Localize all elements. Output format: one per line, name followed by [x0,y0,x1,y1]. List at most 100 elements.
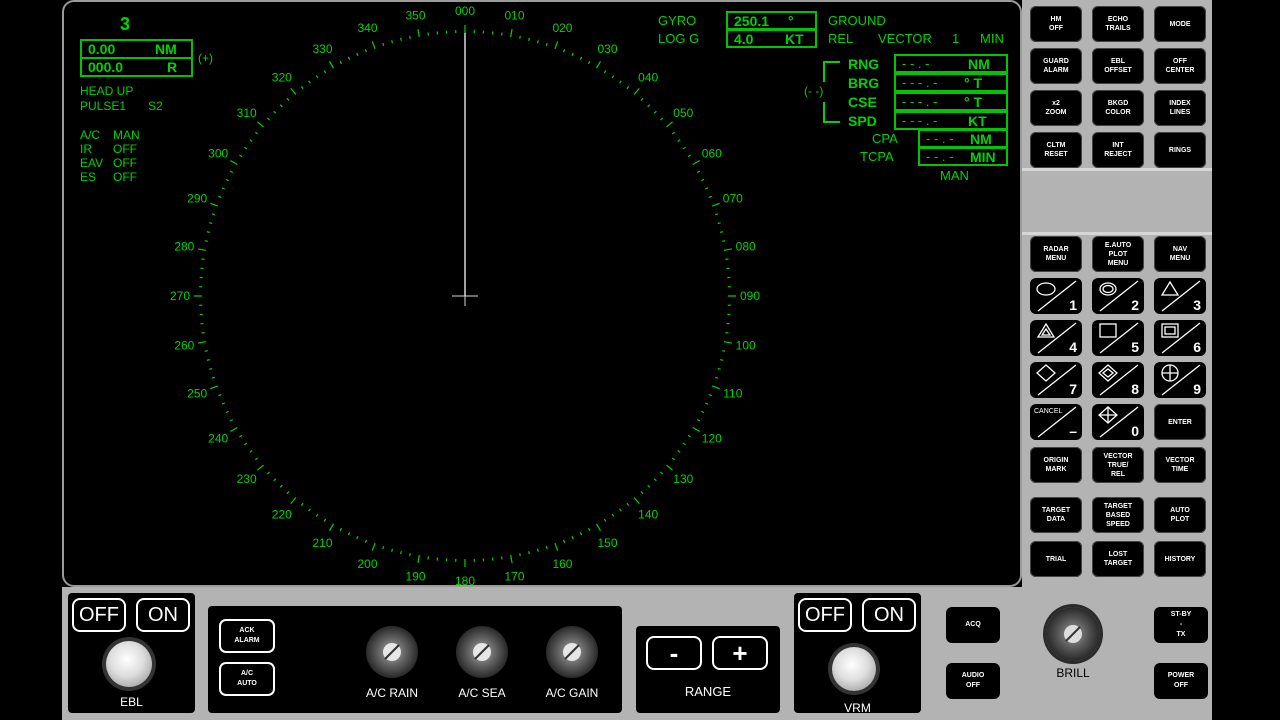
radar-display[interactable]: 000 010 020 030 040 050 060 070 080 090 100 110 120 1… [62,0,1022,587]
keypad-ellipse-button[interactable]: 1 [1030,278,1082,314]
enter-button[interactable]: ENTER [1154,404,1206,440]
bearing-label: 140 [638,507,658,521]
keypad-diamond-button[interactable]: 7 [1030,362,1082,398]
vector-mode: REL [828,31,854,46]
bearing-tick [579,532,583,536]
range-plus-button[interactable]: + [712,636,768,670]
vrm-off-button[interactable]: OFF [798,598,852,632]
a-c-rain-label: A/C RAIN [365,686,418,700]
ac-auto-button[interactable]: A/C AUTO [219,662,275,696]
keypad-square-button[interactable]: 5 [1092,320,1144,356]
off-center-button[interactable]: OFF CENTER [1154,48,1206,84]
trial-button[interactable]: TRIAL [1030,541,1082,577]
bearing-tick [626,86,630,90]
bearing-tick [619,508,622,512]
bearing-tick [255,457,259,461]
stby-tx-button[interactable]: ST-BY - TX [1154,607,1208,643]
bearing-label: 230 [237,472,257,486]
target-field-readout: - - - . - ° T [894,92,1008,111]
bearing-label: 250 [187,386,207,400]
bearing-tick [666,464,673,471]
control-status-value: OFF [113,156,137,170]
rings-button[interactable]: RINGS [1154,132,1206,168]
bearing-tick [687,154,691,158]
range-group: - + RANGE [636,626,780,713]
bearing-tick [286,491,290,495]
bearing-label: 180 [455,574,475,587]
keypad-double-diamond-button[interactable]: 8 [1092,362,1144,398]
target-marker: (- -) [804,84,824,98]
bearing-tick [653,110,657,114]
keypad-double-triangle-button[interactable]: 4 [1030,320,1082,356]
a-c-gain-knob[interactable] [546,626,598,678]
a-c-sea-knob[interactable] [456,626,508,678]
bearing-tick [273,478,277,482]
keypad-diamond-cross-button[interactable]: 0 [1092,404,1144,440]
bearing-tick [339,527,343,532]
vector-time: 1 [952,31,960,46]
pulse-length: PULSE1 [80,99,127,113]
keypad-double-square-button[interactable]: 6 [1154,320,1206,356]
a-c-gain-label: A/C GAIN [545,686,599,700]
range-minus-button[interactable]: - [646,636,702,670]
mode-button[interactable]: MODE [1154,6,1206,42]
bearing-tick [417,29,420,38]
lost-target-button[interactable]: LOST TARGET [1092,541,1144,577]
ebl-knob[interactable] [106,641,152,687]
audio-off-button[interactable]: AUDIO OFF [946,663,1000,699]
ebl-label: EBL [120,695,143,709]
echo-trails-button[interactable]: ECHO TRAILS [1092,6,1144,42]
bearing-tick [290,497,297,504]
cltm-reset-button[interactable]: CLTM RESET [1030,132,1082,168]
bearing-tick [595,61,602,69]
bearing-tick [323,518,327,522]
keypad-triangle-button[interactable]: 3 [1154,278,1206,314]
bearing-tick [536,548,539,552]
ebl-off-button[interactable]: OFF [72,598,126,632]
bearing-tick [671,131,675,135]
index-lines-button[interactable]: INDEX LINES [1154,90,1206,126]
vrm-on-button[interactable]: ON [862,598,916,632]
ack-alarm-button[interactable]: ACK ALARM [219,619,275,653]
cpa-label: CPA [872,131,898,146]
ebl-on-button[interactable]: ON [136,598,190,632]
range-scale: 3 [120,14,131,34]
bearing-tick [677,450,681,453]
keypad-circle-cross-button[interactable]: 9 [1154,362,1206,398]
keypad-double-ellipse-button[interactable]: 2 [1092,278,1144,314]
right-margin [1212,0,1280,720]
bearing-tick [225,178,229,182]
e-auto-plot-menu-button[interactable]: E.AUTO PLOT MENU [1092,236,1144,272]
x2-zoom-button[interactable]: x2 ZOOM [1030,90,1082,126]
bearing-tick [619,80,622,84]
bearing-tick [211,213,216,216]
target-data-button[interactable]: TARGET DATA [1030,497,1082,533]
bearing-label: 130 [673,472,693,486]
bearing-tick [229,170,234,174]
hm-off-button[interactable]: HM OFF [1030,6,1082,42]
bearing-tick [257,121,264,128]
ebl-offset-button[interactable]: EBL OFFSET [1092,48,1144,84]
bearing-tick [198,248,207,251]
acq-button[interactable]: ACQ [946,607,1000,643]
nav-menu-button[interactable]: NAV MENU [1154,236,1206,272]
bkgd-color-button[interactable]: BKGD COLOR [1092,90,1144,126]
bearing-label: 320 [272,71,292,85]
power-off-button[interactable]: POWER OFF [1154,663,1208,699]
int-reject-button[interactable]: INT REJECT [1092,132,1144,168]
vector-time-button[interactable]: VECTOR TIME [1154,447,1206,483]
auto-plot-button[interactable]: AUTO PLOT [1154,497,1206,533]
guard-alarm-button[interactable]: GUARD ALARM [1030,48,1082,84]
bearing-label: 060 [702,147,722,161]
a-c-rain-knob[interactable] [366,626,418,678]
vector-true-rel-button[interactable]: VECTOR TRUE/REL [1092,447,1144,483]
vrm-knob[interactable] [832,647,876,691]
history-button[interactable]: HISTORY [1154,541,1206,577]
bearing-tick [409,35,411,39]
bearing-tick [701,410,705,414]
brill-knob[interactable] [1046,607,1100,661]
keypad-minus-button[interactable]: CANCEL – [1030,404,1082,440]
target-based-speed-button[interactable]: TARGET BASED SPEED [1092,497,1144,533]
origin-mark-button[interactable]: ORIGIN MARK [1030,447,1082,483]
radar-menu-button[interactable]: RADAR MENU [1030,236,1082,272]
